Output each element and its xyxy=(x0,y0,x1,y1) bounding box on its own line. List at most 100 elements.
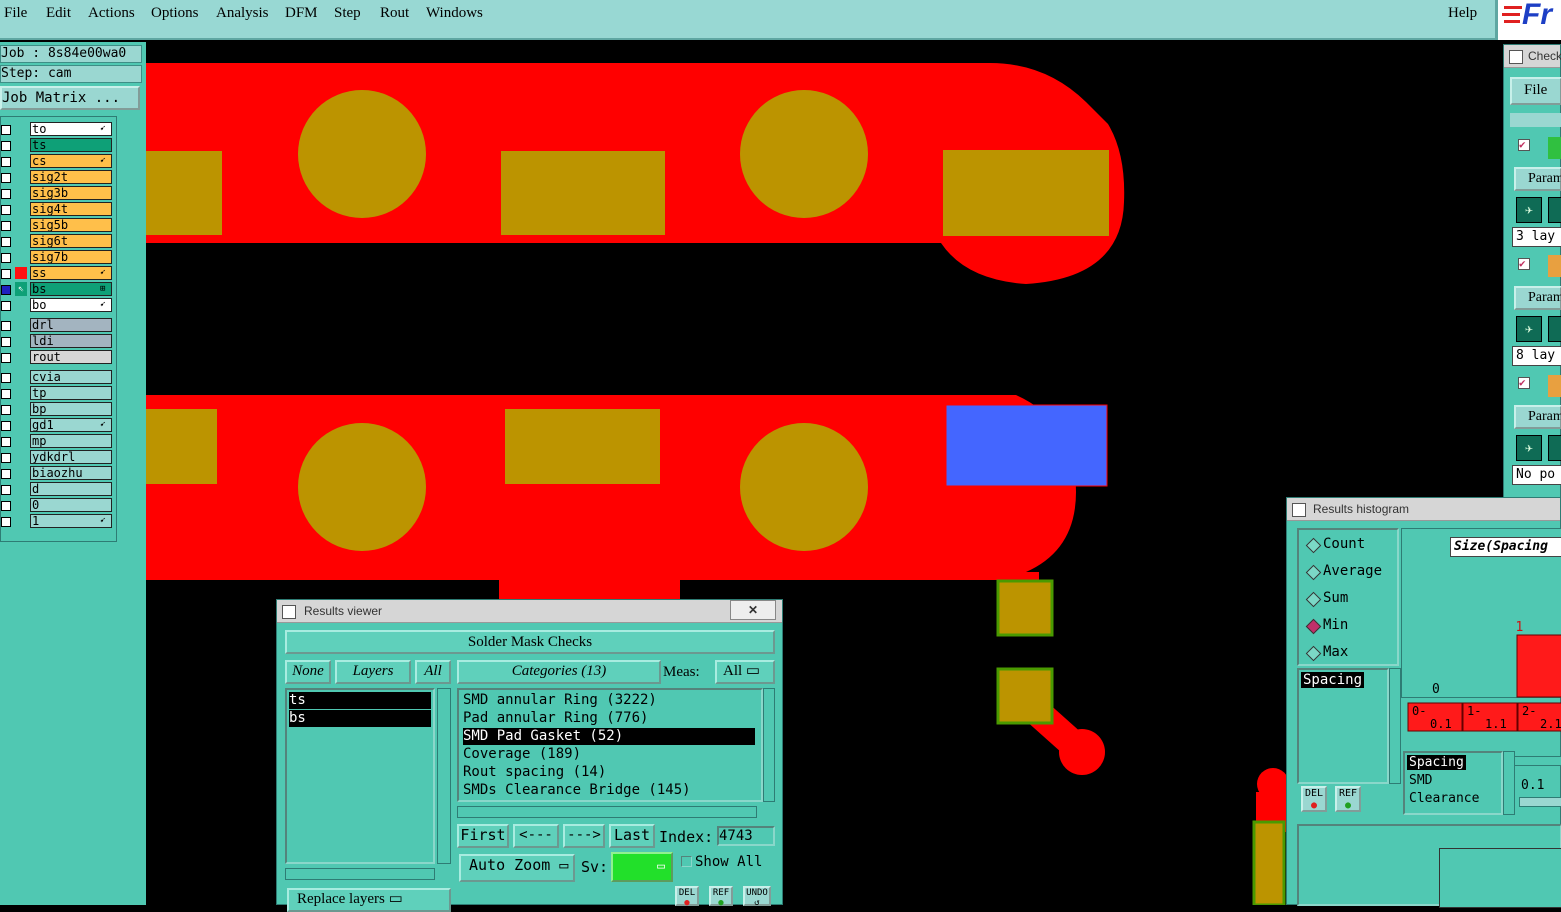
auto-zoom-menu[interactable]: Auto Zoom ▭ xyxy=(459,854,575,882)
layer-row-tp[interactable]: tp xyxy=(0,386,113,400)
layer-name[interactable]: cvia xyxy=(30,370,112,384)
layer-row-to[interactable]: to ➹ xyxy=(0,122,113,136)
layer-display-checkbox[interactable] xyxy=(1,437,11,447)
layer-display-checkbox[interactable] xyxy=(1,205,11,215)
layer-row-bp[interactable]: bp xyxy=(0,402,113,416)
layer-display-checkbox[interactable] xyxy=(1,189,11,199)
run-icon[interactable]: ✈ xyxy=(1516,197,1542,223)
del-button[interactable]: DEL ● xyxy=(1301,786,1327,812)
list-item-spacing[interactable]: Spacing xyxy=(1301,672,1365,688)
none-button[interactable]: None xyxy=(285,660,331,684)
layer-name[interactable]: tp xyxy=(30,386,112,400)
radio-average[interactable] xyxy=(1305,564,1322,581)
show-all-checkbox[interactable] xyxy=(681,856,692,867)
option-sum[interactable]: Sum xyxy=(1323,590,1348,606)
value-slider[interactable] xyxy=(1519,797,1561,807)
layer-name[interactable]: 0 xyxy=(30,498,112,512)
histogram-list[interactable]: Spacing xyxy=(1297,668,1389,784)
menu-file[interactable]: File xyxy=(4,5,27,22)
layer-name[interactable]: bp xyxy=(30,402,112,416)
menu-analysis[interactable]: Analysis xyxy=(216,5,269,22)
layer-display-checkbox[interactable] xyxy=(1,353,11,363)
layer-display-checkbox[interactable] xyxy=(1,501,11,511)
layer-list-hscroll[interactable] xyxy=(285,868,435,880)
menu-rout[interactable]: Rout xyxy=(380,5,409,22)
replace-layers-menu[interactable]: Replace layers ▭ xyxy=(287,888,451,912)
layer-display-checkbox[interactable] xyxy=(1,285,11,295)
params-button[interactable]: Param xyxy=(1514,286,1561,310)
prev-button[interactable]: <--- xyxy=(513,824,559,848)
layer-display-checkbox[interactable] xyxy=(1,173,11,183)
index-input[interactable]: 4743 xyxy=(717,826,775,846)
menu-edit[interactable]: Edit xyxy=(46,5,71,22)
layer-row-ss[interactable]: ss ➹ xyxy=(0,266,113,280)
layer-row-sig3b[interactable]: sig3b xyxy=(0,186,113,200)
layer-row-biaozhu[interactable]: biaozhu xyxy=(0,466,113,480)
layer-name[interactable]: sig3b xyxy=(30,186,112,200)
layer-row-sig6t[interactable]: sig6t xyxy=(0,234,113,248)
radio-min-selected[interactable] xyxy=(1305,618,1322,635)
layer-display-checkbox[interactable] xyxy=(1,237,11,247)
severity-color-menu[interactable]: ▭ xyxy=(611,852,673,882)
category-list[interactable]: SMD annular Ring (3222) Pad annular Ring… xyxy=(457,688,763,802)
next-button[interactable]: ---> xyxy=(563,824,605,848)
checklist-file-menu[interactable]: File xyxy=(1510,77,1561,105)
layer-row-gd1[interactable]: gd1 ➹ xyxy=(0,418,113,432)
layer-display-checkbox[interactable] xyxy=(1,157,11,167)
layer-name[interactable]: d xyxy=(30,482,112,496)
layer-name[interactable]: sig7b xyxy=(30,250,112,264)
layer-row-sig7b[interactable]: sig7b xyxy=(0,250,113,264)
del-button[interactable]: DEL ● xyxy=(675,886,699,908)
menu-actions[interactable]: Actions xyxy=(88,5,135,22)
layer-row-drl[interactable]: drl xyxy=(0,318,113,332)
layer-row-bo[interactable]: bo ➹ xyxy=(0,298,113,312)
layer-row-sig4t[interactable]: sig4t xyxy=(0,202,113,216)
layer-display-checkbox[interactable] xyxy=(1,373,11,383)
layer-display-checkbox[interactable] xyxy=(1,405,11,415)
run-icon[interactable]: ✈ xyxy=(1516,316,1542,342)
layer-display-checkbox[interactable] xyxy=(1,125,11,135)
layer-display-checkbox[interactable] xyxy=(1,253,11,263)
category-item[interactable]: SMD annular Ring (3222) xyxy=(463,692,657,709)
menu-dfm[interactable]: DFM xyxy=(285,5,318,22)
option-max[interactable]: Max xyxy=(1323,644,1348,660)
run-icon-2[interactable] xyxy=(1548,435,1561,461)
legend-scrollbar[interactable] xyxy=(1503,751,1515,815)
menu-step[interactable]: Step xyxy=(334,5,361,22)
layer-display-checkbox[interactable] xyxy=(1,517,11,527)
category-hscroll[interactable] xyxy=(457,806,757,818)
ref-button[interactable]: REF ● xyxy=(709,886,733,908)
layer-name[interactable]: sig5b xyxy=(30,218,112,232)
layer-name[interactable]: ts xyxy=(30,138,112,152)
meas-menu[interactable]: All ▭ xyxy=(715,660,775,684)
radio-sum[interactable] xyxy=(1305,591,1322,608)
menu-windows[interactable]: Windows xyxy=(426,5,483,22)
layers-button[interactable]: Layers xyxy=(335,660,411,684)
layer-display-checkbox[interactable] xyxy=(1,485,11,495)
layer-display-checkbox[interactable] xyxy=(1,141,11,151)
undo-button[interactable]: UNDO ↺ xyxy=(743,886,771,908)
layer-name[interactable]: ydkdrl xyxy=(30,450,112,464)
layer-item-ts[interactable]: ts xyxy=(289,692,431,709)
layer-row-cs[interactable]: cs ➹ xyxy=(0,154,113,168)
layer-row-mp[interactable]: mp xyxy=(0,434,113,448)
layer-name[interactable]: biaozhu xyxy=(30,466,112,480)
run-icon-2[interactable] xyxy=(1548,316,1561,342)
layer-row-ldi[interactable]: ldi xyxy=(0,334,113,348)
layer-display-checkbox[interactable] xyxy=(1,301,11,311)
histogram-list-scrollbar[interactable] xyxy=(1389,668,1401,784)
layer-display-checkbox[interactable] xyxy=(1,337,11,347)
layer-row-1[interactable]: 1 ➹ xyxy=(0,514,113,528)
check-icon[interactable]: ✔ xyxy=(1518,139,1530,151)
first-button[interactable]: First xyxy=(457,824,509,848)
layer-display-checkbox[interactable] xyxy=(1,421,11,431)
category-item-selected[interactable]: SMD Pad Gasket (52) xyxy=(463,728,755,745)
layer-row-0[interactable]: 0 xyxy=(0,498,113,512)
layer-list-vscroll[interactable] xyxy=(437,688,451,864)
ref-button[interactable]: REF ● xyxy=(1335,786,1361,812)
close-icon[interactable]: ✕ xyxy=(730,600,776,620)
layer-row-ydkdrl[interactable]: ydkdrl xyxy=(0,450,113,464)
layer-item-bs[interactable]: bs xyxy=(289,710,431,727)
layer-row-ts[interactable]: ts xyxy=(0,138,113,152)
check-icon[interactable]: ✔ xyxy=(1518,258,1530,270)
